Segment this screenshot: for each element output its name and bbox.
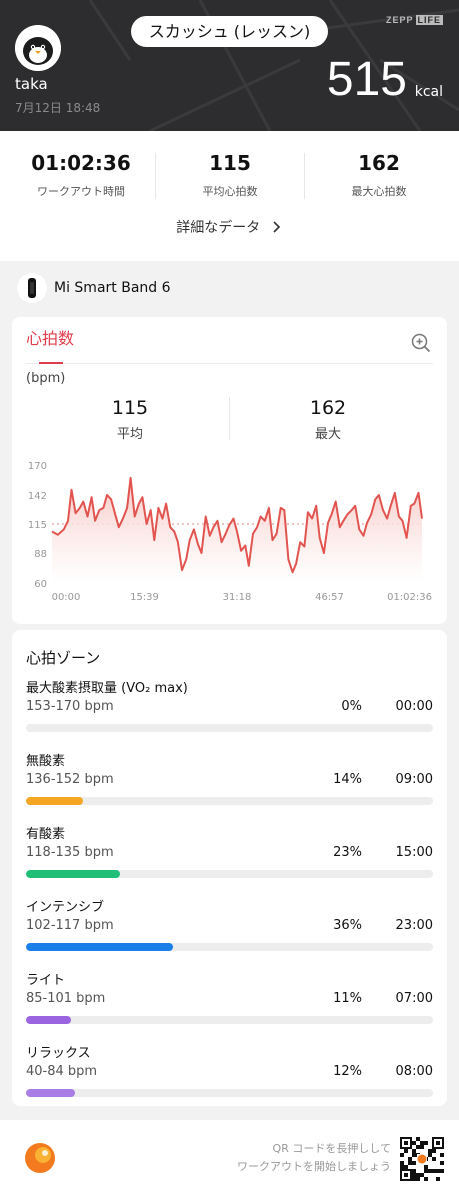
brand-tag: LIFE <box>415 15 443 25</box>
zone-percent: 0% <box>341 699 362 714</box>
zone-range: 136-152 bpm <box>26 772 114 787</box>
zone-progress-fill <box>26 1089 75 1097</box>
zone-row: リラックス 40-84 bpm 12% 08:00 <box>26 1042 433 1102</box>
y-tick-label: 115 <box>28 520 47 531</box>
zone-name: 有酸素 <box>26 827 66 842</box>
zone-row: ライト 85-101 bpm 11% 07:00 <box>26 969 433 1029</box>
hr-avg-label: 平均 <box>116 427 143 442</box>
hr-max-stat: 162 最大 <box>228 397 428 442</box>
zone-progress-track <box>26 870 433 878</box>
zone-time: 08:00 <box>395 1064 433 1079</box>
hr-max-label: 最大 <box>314 427 341 442</box>
zone-range: 102-117 bpm <box>26 918 114 933</box>
workout-header: スカッシュ (レッスン) ZEPP LIFE taka 7月12日 18:48 5… <box>0 0 459 131</box>
zone-time: 23:00 <box>395 918 433 933</box>
summary-stats: 01:02:36 ワークアウト時間 115 平均心拍数 162 最大心拍数 詳細… <box>0 131 459 261</box>
avg-hr-label: 平均心拍数 <box>202 185 258 198</box>
zone-progress-fill <box>26 943 173 951</box>
avg-hr-stat: 115 平均心拍数 <box>154 149 306 199</box>
penguin-avatar-icon <box>15 25 61 71</box>
device-row: Mi Smart Band 6 <box>0 261 459 316</box>
heart-rate-tab[interactable]: 心拍数 <box>26 325 74 349</box>
brand-logo: ZEPP LIFE <box>386 15 443 25</box>
zone-name: リラックス <box>26 1046 91 1061</box>
zone-progress-track <box>26 797 433 805</box>
zone-progress-fill <box>26 1016 71 1024</box>
zone-row: インテンシブ 102-117 bpm 36% 23:00 <box>26 896 433 956</box>
zone-progress-fill <box>26 797 83 805</box>
max-hr-label: 最大心拍数 <box>351 185 407 198</box>
calories-unit: kcal <box>414 84 443 100</box>
zone-name: 無酸素 <box>26 754 66 769</box>
zone-progress-track <box>26 1089 433 1097</box>
device-name: Mi Smart Band 6 <box>54 280 171 296</box>
bpm-unit-label: (bpm) <box>26 371 66 386</box>
zone-time: 15:00 <box>395 845 433 860</box>
zone-range: 153-170 bpm <box>26 699 114 714</box>
x-tick-label: 31:18 <box>223 592 252 603</box>
qr-hint-line2: ワークアウトを開始しましょう <box>237 1160 391 1173</box>
x-tick-label: 01:02:36 <box>387 592 432 603</box>
zone-row: 最大酸素摂取量 (VO₂ max) 153-170 bpm 0% 00:00 <box>26 677 433 737</box>
heart-rate-zones-card: 心拍ゾーン 最大酸素摂取量 (VO₂ max) 153-170 bpm 0% 00:0… <box>12 630 447 1106</box>
zone-range: 40-84 bpm <box>26 1064 98 1079</box>
zoom-in-icon[interactable] <box>410 332 432 354</box>
zone-percent: 14% <box>333 772 362 787</box>
zone-progress-track <box>26 943 433 951</box>
zone-progress-fill <box>26 870 120 878</box>
avg-hr-value: 115 <box>209 151 251 175</box>
zone-range: 118-135 bpm <box>26 845 114 860</box>
duration-stat: 01:02:36 ワークアウト時間 <box>5 149 157 199</box>
y-tick-label: 60 <box>34 579 47 590</box>
hr-max-value: 162 <box>309 397 347 419</box>
zone-range: 85-101 bpm <box>26 991 106 1006</box>
zone-name: 最大酸素摂取量 (VO₂ max) <box>26 681 188 696</box>
zone-time: 09:00 <box>395 772 433 787</box>
y-tick-label: 142 <box>28 491 47 502</box>
hr-avg-stat: 115 平均 <box>30 397 230 442</box>
zone-time: 07:00 <box>395 991 433 1006</box>
max-hr-value: 162 <box>358 151 400 175</box>
zepp-logo-icon <box>24 1142 56 1174</box>
duration-value: 01:02:36 <box>31 151 131 175</box>
zone-percent: 11% <box>333 991 362 1006</box>
detail-data-label: 詳細なデータ <box>176 220 261 236</box>
zone-progress-track <box>26 1016 433 1024</box>
zones-title: 心拍ゾーン <box>26 649 101 667</box>
duration-label: ワークアウト時間 <box>37 185 125 198</box>
calories-value: 515 <box>326 53 407 106</box>
y-tick-label: 170 <box>28 461 47 472</box>
divider <box>26 363 433 364</box>
zone-row: 無酸素 136-152 bpm 14% 09:00 <box>26 750 433 810</box>
x-tick-label: 15:39 <box>130 592 159 603</box>
hr-avg-value: 115 <box>111 397 149 419</box>
zone-percent: 23% <box>333 845 362 860</box>
footer: QR コードを長押しして ワークアウトを開始しましょう <box>0 1120 459 1199</box>
qr-code-icon[interactable] <box>399 1136 445 1182</box>
detail-data-link[interactable]: 詳細なデータ <box>0 217 459 237</box>
zone-name: ライト <box>26 973 66 988</box>
zone-name: インテンシブ <box>26 900 105 915</box>
zone-row: 有酸素 118-135 bpm 23% 15:00 <box>26 823 433 883</box>
y-tick-label: 88 <box>34 549 47 560</box>
workout-type-pill: スカッシュ (レッスン) <box>131 16 328 47</box>
brand-name: ZEPP <box>385 15 414 25</box>
active-tab-indicator <box>39 362 63 364</box>
chevron-right-icon <box>265 220 283 236</box>
qr-hint: QR コードを長押しして ワークアウトを開始しましょう <box>237 1140 391 1176</box>
x-tick-label: 46:57 <box>315 592 344 603</box>
x-tick-label: 00:00 <box>52 592 81 603</box>
username: taka <box>15 75 48 93</box>
zone-time: 00:00 <box>395 699 433 714</box>
qr-hint-line1: QR コードを長押しして <box>272 1142 391 1155</box>
max-hr-stat: 162 最大心拍数 <box>303 149 455 199</box>
workout-datetime: 7月12日 18:48 <box>15 101 101 115</box>
band-icon <box>17 273 47 303</box>
zone-percent: 12% <box>333 1064 362 1079</box>
avatar[interactable] <box>15 25 61 71</box>
heart-rate-chart[interactable]: 170 142 115 88 60 00:00 15:39 31:18 46:57 01:02:3… <box>12 457 447 607</box>
zone-percent: 36% <box>333 918 362 933</box>
heart-rate-card: 心拍数 (bpm) 115 平均 162 最大 170 142 115 88 60 00:… <box>12 317 447 624</box>
zone-progress-track <box>26 724 433 732</box>
